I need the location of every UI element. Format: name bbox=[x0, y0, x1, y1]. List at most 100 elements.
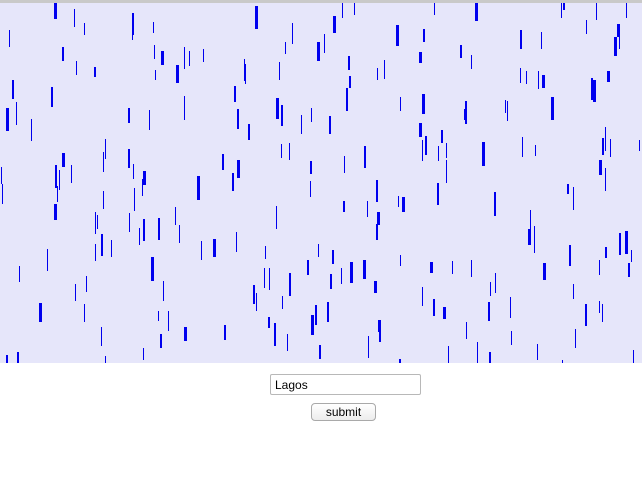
rain-drop bbox=[269, 268, 270, 290]
rain-drop bbox=[400, 255, 401, 266]
rain-drop bbox=[541, 32, 542, 49]
rain-drop bbox=[495, 273, 496, 293]
rain-drop bbox=[279, 62, 280, 80]
rain-drop bbox=[605, 168, 606, 191]
rain-drop bbox=[276, 206, 277, 229]
rain-drop bbox=[12, 80, 14, 99]
rain-drop bbox=[471, 55, 472, 69]
rain-drop bbox=[477, 342, 478, 363]
rain-drop bbox=[520, 30, 522, 49]
rain-drop bbox=[419, 52, 422, 63]
rain-drop bbox=[346, 88, 348, 111]
rain-drop bbox=[633, 350, 634, 363]
rain-drop bbox=[232, 173, 234, 191]
rain-drop bbox=[132, 13, 134, 35]
rain-drop bbox=[95, 244, 96, 261]
rain-drop bbox=[245, 64, 246, 84]
rain-drop bbox=[561, 3, 562, 18]
rain-drop bbox=[575, 329, 576, 348]
rain-drop bbox=[285, 42, 286, 54]
rain-drop bbox=[368, 336, 369, 358]
rain-drop bbox=[197, 176, 200, 200]
rain-drop bbox=[619, 28, 620, 49]
rain-drop bbox=[315, 305, 317, 325]
rain-drop bbox=[434, 3, 435, 15]
rain-drop bbox=[19, 266, 20, 282]
rain-drop bbox=[143, 348, 144, 360]
rain-drop bbox=[446, 160, 447, 183]
rain-drop bbox=[143, 219, 145, 241]
rain-drop bbox=[281, 144, 282, 158]
rain-drop bbox=[327, 302, 329, 322]
rain-drop bbox=[542, 75, 545, 88]
rain-drop bbox=[1, 167, 2, 184]
rain-drop bbox=[507, 101, 508, 121]
rain-drop bbox=[332, 250, 334, 264]
rain-drop bbox=[237, 160, 240, 178]
rain-drop bbox=[489, 352, 491, 363]
rain-drop bbox=[6, 108, 9, 131]
rain-drop bbox=[628, 263, 630, 277]
rain-drop bbox=[105, 139, 106, 159]
rain-drop bbox=[75, 284, 76, 301]
rain-canvas bbox=[0, 3, 642, 363]
rain-drop bbox=[62, 47, 64, 61]
rain-drop bbox=[605, 247, 607, 258]
rain-drop bbox=[265, 246, 266, 259]
rain-drop bbox=[422, 94, 425, 114]
rain-drop bbox=[237, 109, 239, 129]
rain-drop bbox=[86, 276, 87, 292]
rain-drop bbox=[569, 245, 571, 266]
rain-drop bbox=[158, 218, 160, 240]
rain-drop bbox=[364, 146, 366, 168]
submit-button[interactable]: submit bbox=[311, 403, 376, 421]
rain-drop bbox=[97, 215, 98, 229]
rain-drop bbox=[39, 303, 42, 322]
rain-drop bbox=[522, 137, 523, 157]
rain-drop bbox=[605, 127, 606, 151]
rain-drop bbox=[466, 322, 467, 339]
rain-drop bbox=[376, 180, 378, 202]
rain-drop bbox=[176, 65, 179, 83]
rain-drop bbox=[333, 16, 336, 33]
rain-drop bbox=[343, 201, 345, 212]
rain-drop bbox=[17, 352, 19, 363]
rain-drop bbox=[47, 249, 48, 271]
rain-drop bbox=[626, 3, 627, 18]
rain-drop bbox=[168, 311, 169, 331]
rain-drop bbox=[163, 281, 164, 301]
rain-drop bbox=[203, 49, 204, 62]
rain-drop bbox=[602, 138, 604, 155]
rain-drop bbox=[248, 124, 250, 140]
rain-drop bbox=[625, 231, 628, 254]
rain-drop bbox=[9, 30, 10, 47]
rain-drop bbox=[179, 225, 180, 243]
rain-drop bbox=[471, 260, 472, 277]
rain-drop bbox=[586, 20, 587, 34]
rain-drop bbox=[276, 98, 279, 119]
rain-drop bbox=[349, 76, 351, 88]
rain-drop bbox=[464, 109, 465, 120]
rain-drop bbox=[384, 60, 385, 79]
rain-drop bbox=[377, 68, 378, 80]
rain-drop bbox=[84, 23, 85, 35]
rain-drop bbox=[530, 210, 531, 230]
rain-drop bbox=[585, 304, 587, 326]
rain-drop bbox=[599, 260, 600, 275]
rain-drop bbox=[95, 212, 96, 234]
rain-drop bbox=[537, 344, 538, 360]
rain-drop bbox=[342, 3, 343, 18]
rain-drop bbox=[448, 346, 449, 363]
rain-drop bbox=[344, 156, 345, 173]
rain-drop bbox=[422, 287, 423, 306]
rain-drop bbox=[505, 100, 506, 113]
rain-drop bbox=[619, 233, 621, 255]
rain-drop bbox=[201, 241, 202, 260]
rain-drop bbox=[311, 315, 314, 335]
rain-drop bbox=[443, 307, 446, 319]
rain-drop bbox=[158, 311, 159, 321]
rain-drop bbox=[310, 181, 311, 197]
city-input[interactable] bbox=[270, 374, 421, 395]
rain-drop bbox=[149, 110, 150, 130]
rain-drop bbox=[398, 196, 399, 207]
